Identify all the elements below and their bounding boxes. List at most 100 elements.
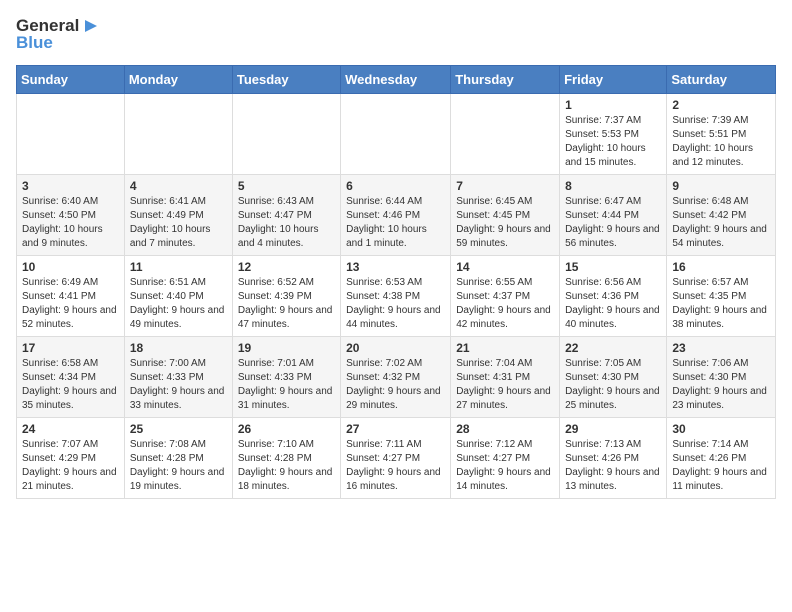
calendar-cell: 6 Sunrise: 6:44 AM Sunset: 4:46 PM Daylig… — [341, 174, 451, 255]
day-info: Sunrise: 6:45 AM Sunset: 4:45 PM Dayligh… — [456, 195, 554, 251]
day-info: Sunrise: 6:47 AM Sunset: 4:44 PM Dayligh… — [565, 195, 661, 251]
day-info: Sunrise: 7:37 AM Sunset: 5:53 PM Dayligh… — [565, 114, 661, 170]
calendar-cell: 26Sunrise: 7:10 AM Sunset: 4:28 PM Dayli… — [232, 417, 340, 498]
day-number: 17 — [22, 341, 119, 355]
calendar-cell: 4 Sunrise: 6:41 AM Sunset: 4:49 PM Daylig… — [124, 174, 232, 255]
calendar-cell — [451, 93, 560, 174]
day-header-tuesday: Tuesday — [232, 65, 340, 93]
calendar: SundayMondayTuesdayWednesdayThursdayFrid… — [16, 65, 776, 499]
calendar-cell: 3 Sunrise: 6:40 AM Sunset: 4:50 PM Daylig… — [17, 174, 125, 255]
day-number: 2 — [672, 98, 770, 112]
day-number: 26 — [238, 422, 335, 436]
day-info: Sunrise: 6:44 AM Sunset: 4:46 PM Dayligh… — [346, 195, 445, 251]
day-number: 10 — [22, 260, 119, 274]
day-number: 21 — [456, 341, 554, 355]
calendar-cell: 17 Sunrise: 6:58 AM Sunset: 4:34 PM Dayli… — [17, 336, 125, 417]
day-number: 22 — [565, 341, 661, 355]
day-number: 24 — [22, 422, 119, 436]
day-info: Sunrise: 6:53 AM Sunset: 4:38 PM Dayligh… — [346, 276, 445, 332]
day-info: Sunrise: 6:48 AM Sunset: 4:42 PM Dayligh… — [672, 195, 770, 251]
day-number: 28 — [456, 422, 554, 436]
day-number: 8 — [565, 179, 661, 193]
calendar-cell: 18 Sunrise: 7:00 AM Sunset: 4:33 PM Dayli… — [124, 336, 232, 417]
logo: General Blue — [16, 16, 101, 53]
day-info: Sunrise: 6:40 AM Sunset: 4:50 PM Dayligh… — [22, 195, 119, 251]
day-number: 5 — [238, 179, 335, 193]
week-row-4: 17 Sunrise: 6:58 AM Sunset: 4:34 PM Dayli… — [17, 336, 776, 417]
day-number: 29 — [565, 422, 661, 436]
day-number: 15 — [565, 260, 661, 274]
day-info: Sunrise: 7:08 AM Sunset: 4:28 PM Dayligh… — [130, 438, 227, 494]
day-info: Sunrise: 7:14 AM Sunset: 4:26 PM Dayligh… — [672, 438, 770, 494]
day-header-wednesday: Wednesday — [341, 65, 451, 93]
day-info: Sunrise: 6:49 AM Sunset: 4:41 PM Dayligh… — [22, 276, 119, 332]
day-info: Sunrise: 7:11 AM Sunset: 4:27 PM Dayligh… — [346, 438, 445, 494]
day-info: Sunrise: 6:57 AM Sunset: 4:35 PM Dayligh… — [672, 276, 770, 332]
day-info: Sunrise: 6:43 AM Sunset: 4:47 PM Dayligh… — [238, 195, 335, 251]
header: General Blue — [16, 16, 776, 53]
day-number: 3 — [22, 179, 119, 193]
day-info: Sunrise: 6:56 AM Sunset: 4:36 PM Dayligh… — [565, 276, 661, 332]
calendar-cell: 10 Sunrise: 6:49 AM Sunset: 4:41 PM Dayli… — [17, 255, 125, 336]
calendar-cell: 29Sunrise: 7:13 AM Sunset: 4:26 PM Dayli… — [560, 417, 667, 498]
day-info: Sunrise: 7:39 AM Sunset: 5:51 PM Dayligh… — [672, 114, 770, 170]
day-info: Sunrise: 7:02 AM Sunset: 4:32 PM Dayligh… — [346, 357, 445, 413]
week-row-5: 24 Sunrise: 7:07 AM Sunset: 4:29 PM Dayli… — [17, 417, 776, 498]
logo-arrow-icon — [81, 16, 101, 36]
calendar-cell — [232, 93, 340, 174]
week-row-1: 1 Sunrise: 7:37 AM Sunset: 5:53 PM Daylig… — [17, 93, 776, 174]
calendar-cell — [17, 93, 125, 174]
day-info: Sunrise: 7:12 AM Sunset: 4:27 PM Dayligh… — [456, 438, 554, 494]
day-number: 23 — [672, 341, 770, 355]
calendar-cell: 12Sunrise: 6:52 AM Sunset: 4:39 PM Dayli… — [232, 255, 340, 336]
day-header-monday: Monday — [124, 65, 232, 93]
day-number: 14 — [456, 260, 554, 274]
calendar-header-row: SundayMondayTuesdayWednesdayThursdayFrid… — [17, 65, 776, 93]
day-number: 18 — [130, 341, 227, 355]
calendar-cell: 11Sunrise: 6:51 AM Sunset: 4:40 PM Dayli… — [124, 255, 232, 336]
calendar-cell: 21 Sunrise: 7:04 AM Sunset: 4:31 PM Dayli… — [451, 336, 560, 417]
day-number: 1 — [565, 98, 661, 112]
day-header-sunday: Sunday — [17, 65, 125, 93]
logo-container: General Blue — [16, 16, 101, 53]
calendar-cell: 24 Sunrise: 7:07 AM Sunset: 4:29 PM Dayli… — [17, 417, 125, 498]
day-number: 4 — [130, 179, 227, 193]
day-info: Sunrise: 6:52 AM Sunset: 4:39 PM Dayligh… — [238, 276, 335, 332]
calendar-cell: 23Sunrise: 7:06 AM Sunset: 4:30 PM Dayli… — [667, 336, 776, 417]
calendar-cell — [341, 93, 451, 174]
day-info: Sunrise: 7:04 AM Sunset: 4:31 PM Dayligh… — [456, 357, 554, 413]
day-number: 16 — [672, 260, 770, 274]
day-number: 11 — [130, 260, 227, 274]
calendar-cell: 9 Sunrise: 6:48 AM Sunset: 4:42 PM Daylig… — [667, 174, 776, 255]
day-number: 20 — [346, 341, 445, 355]
day-number: 7 — [456, 179, 554, 193]
day-header-thursday: Thursday — [451, 65, 560, 93]
day-number: 9 — [672, 179, 770, 193]
calendar-cell: 13 Sunrise: 6:53 AM Sunset: 4:38 PM Dayli… — [341, 255, 451, 336]
day-info: Sunrise: 6:58 AM Sunset: 4:34 PM Dayligh… — [22, 357, 119, 413]
day-number: 25 — [130, 422, 227, 436]
day-info: Sunrise: 7:07 AM Sunset: 4:29 PM Dayligh… — [22, 438, 119, 494]
calendar-cell: 7 Sunrise: 6:45 AM Sunset: 4:45 PM Daylig… — [451, 174, 560, 255]
day-number: 19 — [238, 341, 335, 355]
calendar-cell: 19Sunrise: 7:01 AM Sunset: 4:33 PM Dayli… — [232, 336, 340, 417]
day-number: 13 — [346, 260, 445, 274]
calendar-cell: 25 Sunrise: 7:08 AM Sunset: 4:28 PM Dayli… — [124, 417, 232, 498]
calendar-cell: 2 Sunrise: 7:39 AM Sunset: 5:51 PM Daylig… — [667, 93, 776, 174]
day-info: Sunrise: 7:00 AM Sunset: 4:33 PM Dayligh… — [130, 357, 227, 413]
calendar-cell: 5 Sunrise: 6:43 AM Sunset: 4:47 PM Daylig… — [232, 174, 340, 255]
day-info: Sunrise: 6:55 AM Sunset: 4:37 PM Dayligh… — [456, 276, 554, 332]
week-row-2: 3 Sunrise: 6:40 AM Sunset: 4:50 PM Daylig… — [17, 174, 776, 255]
logo-blue: Blue — [16, 34, 101, 53]
day-info: Sunrise: 6:41 AM Sunset: 4:49 PM Dayligh… — [130, 195, 227, 251]
day-number: 27 — [346, 422, 445, 436]
day-info: Sunrise: 7:05 AM Sunset: 4:30 PM Dayligh… — [565, 357, 661, 413]
calendar-cell: 15 Sunrise: 6:56 AM Sunset: 4:36 PM Dayli… — [560, 255, 667, 336]
calendar-cell: 28 Sunrise: 7:12 AM Sunset: 4:27 PM Dayli… — [451, 417, 560, 498]
day-header-saturday: Saturday — [667, 65, 776, 93]
calendar-cell: 8 Sunrise: 6:47 AM Sunset: 4:44 PM Daylig… — [560, 174, 667, 255]
day-header-friday: Friday — [560, 65, 667, 93]
day-number: 6 — [346, 179, 445, 193]
calendar-cell: 14 Sunrise: 6:55 AM Sunset: 4:37 PM Dayli… — [451, 255, 560, 336]
calendar-cell: 16 Sunrise: 6:57 AM Sunset: 4:35 PM Dayli… — [667, 255, 776, 336]
